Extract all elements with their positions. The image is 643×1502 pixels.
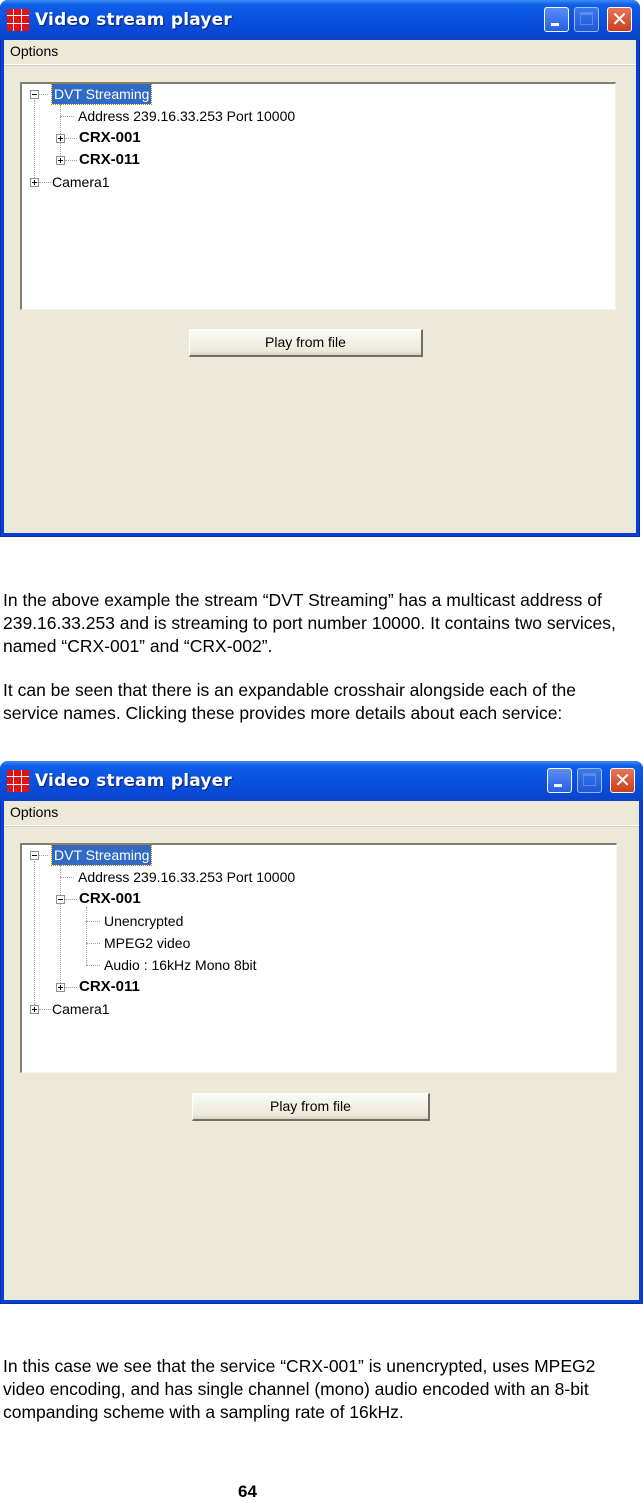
tree-connector	[60, 877, 74, 878]
expand-toggle-camera1[interactable]	[30, 1005, 39, 1014]
window-client-area: Options DVT Streaming Address 239.16.33.…	[4, 40, 636, 533]
tree-connector	[34, 861, 35, 1011]
video-stream-player-window-1: Video stream player ✕ Options DVT Stream…	[0, 0, 640, 537]
tree-node-address[interactable]: Address 239.16.33.253 Port 10000	[78, 106, 295, 126]
tree-node-camera1[interactable]: Camera1	[52, 999, 110, 1019]
menu-options[interactable]: Options	[10, 43, 58, 59]
tree-connector	[38, 855, 48, 856]
collapse-toggle-crx-001[interactable]	[56, 895, 65, 904]
tree-connector	[65, 987, 77, 988]
tree-connector	[86, 921, 100, 922]
tree-connector	[60, 116, 74, 117]
window-title: Video stream player	[35, 10, 232, 30]
menu-bar: Options	[4, 40, 636, 65]
close-button[interactable]: ✕	[607, 7, 632, 32]
grid-app-icon	[7, 770, 29, 792]
expand-toggle-crx-011[interactable]	[56, 983, 65, 992]
menu-bar: Options	[4, 801, 639, 826]
tree-node-crx-011[interactable]: CRX-011	[79, 977, 140, 997]
close-button[interactable]: ✕	[610, 768, 635, 793]
tree-connector	[38, 94, 48, 95]
collapse-toggle-dvt-streaming[interactable]	[30, 90, 39, 99]
tree-node-crx-001[interactable]: CRX-001	[79, 889, 141, 909]
tree-connector	[65, 160, 77, 161]
paragraph-crx-001-details: In this case we see that the service “CR…	[3, 1356, 596, 1422]
maximize-button[interactable]	[577, 768, 602, 793]
tree-node-camera1[interactable]: Camera1	[52, 172, 110, 192]
tree-node-unencrypted[interactable]: Unencrypted	[104, 911, 183, 931]
expand-toggle-crx-011[interactable]	[56, 156, 65, 165]
maximize-button[interactable]	[574, 7, 599, 32]
tree-node-address[interactable]: Address 239.16.33.253 Port 10000	[78, 867, 295, 887]
window-client-area: Options DVT Streaming Address 239.16.33.…	[4, 801, 639, 1300]
play-from-file-button[interactable]: Play from file	[192, 1093, 430, 1121]
tree-node-mpeg2-video[interactable]: MPEG2 video	[104, 933, 190, 953]
expand-toggle-camera1[interactable]	[30, 178, 39, 187]
tree-connector	[65, 899, 77, 900]
tree-connector	[86, 907, 87, 965]
collapse-toggle-dvt-streaming[interactable]	[30, 851, 39, 860]
expand-toggle-crx-001[interactable]	[56, 134, 65, 143]
tree-connector	[60, 865, 61, 989]
tree-connector	[39, 1009, 51, 1010]
close-icon: ✕	[614, 768, 631, 792]
tree-connector	[60, 104, 61, 162]
menu-options[interactable]: Options	[10, 804, 58, 820]
tree-node-dvt-streaming[interactable]: DVT Streaming	[50, 844, 153, 866]
tree-node-dvt-streaming[interactable]: DVT Streaming	[50, 83, 153, 105]
stream-tree-view[interactable]: DVT Streaming Address 239.16.33.253 Port…	[20, 82, 616, 310]
stream-tree-view[interactable]: DVT Streaming Address 239.16.33.253 Port…	[20, 843, 617, 1073]
paragraph-stream-description: In the above example the stream “DVT Str…	[3, 590, 616, 656]
tree-node-crx-001[interactable]: CRX-001	[79, 128, 141, 148]
tree-connector	[34, 100, 35, 184]
title-bar[interactable]: Video stream player ✕	[0, 0, 640, 40]
grid-app-icon	[7, 9, 29, 31]
window-title: Video stream player	[35, 771, 232, 791]
page-number: 64	[238, 1482, 257, 1501]
play-from-file-button[interactable]: Play from file	[189, 329, 423, 357]
close-icon: ✕	[611, 7, 628, 31]
tree-node-audio[interactable]: Audio : 16kHz Mono 8bit	[104, 955, 257, 975]
tree-connector	[65, 138, 77, 139]
tree-node-crx-011[interactable]: CRX-011	[79, 150, 140, 170]
tree-connector	[39, 182, 51, 183]
video-stream-player-window-2: Video stream player ✕ Options DVT Stream…	[0, 761, 643, 1304]
paragraph-crosshair-explanation: It can be seen that there is an expandab…	[3, 680, 577, 723]
tree-connector	[86, 943, 100, 944]
title-bar[interactable]: Video stream player ✕	[0, 761, 643, 801]
minimize-button[interactable]	[544, 7, 569, 32]
tree-connector	[86, 965, 100, 966]
minimize-button[interactable]	[547, 768, 572, 793]
